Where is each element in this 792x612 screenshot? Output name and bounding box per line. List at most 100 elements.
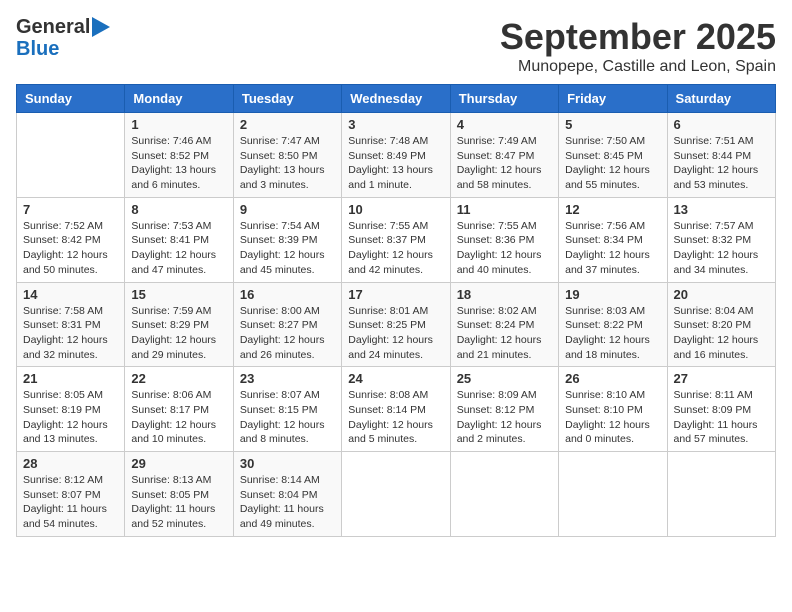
table-row: 23Sunrise: 8:07 AM Sunset: 8:15 PM Dayli…	[233, 367, 341, 452]
table-row: 5 Sunrise: 7:50 AM Sunset: 8:45 PM Daylig…	[559, 113, 667, 198]
day-info: Sunrise: 7:53 AM Sunset: 8:41 PM Dayligh…	[131, 219, 226, 278]
table-row: 13 Sunrise: 7:57 AM Sunset: 8:32 PM Dayli…	[667, 197, 775, 282]
day-info: Sunrise: 8:03 AM Sunset: 8:22 PM Dayligh…	[565, 304, 660, 363]
header-wednesday: Wednesday	[342, 85, 450, 113]
day-number: 30	[240, 456, 335, 471]
day-info: Sunrise: 7:54 AM Sunset: 8:39 PM Dayligh…	[240, 219, 335, 278]
day-number: 4	[457, 117, 552, 132]
table-row: 6 Sunrise: 7:51 AM Sunset: 8:44 PM Daylig…	[667, 113, 775, 198]
day-number: 25	[457, 371, 552, 386]
day-info: Sunrise: 7:52 AM Sunset: 8:42 PM Dayligh…	[23, 219, 118, 278]
table-row: 25 Sunrise: 8:09 AM Sunset: 8:12 PM Dayli…	[450, 367, 558, 452]
table-row: 14 Sunrise: 7:58 AM Sunset: 8:31 PM Dayli…	[17, 282, 125, 367]
day-info: Sunrise: 7:56 AM Sunset: 8:34 PM Dayligh…	[565, 219, 660, 278]
day-number: 7	[23, 202, 118, 217]
day-number: 14	[23, 287, 118, 302]
day-info: Sunrise: 8:02 AM Sunset: 8:24 PM Dayligh…	[457, 304, 552, 363]
day-number: 19	[565, 287, 660, 302]
day-info: Sunrise: 8:04 AM Sunset: 8:20 PM Dayligh…	[674, 304, 769, 363]
page-header: General Blue September 2025 Munopepe, Ca…	[16, 16, 776, 76]
table-row: 26 Sunrise: 8:10 AM Sunset: 8:10 PM Dayli…	[559, 367, 667, 452]
calendar-header-row: Sunday Monday Tuesday Wednesday Thursday…	[17, 85, 776, 113]
table-row: 20 Sunrise: 8:04 AM Sunset: 8:20 PM Dayli…	[667, 282, 775, 367]
day-number: 26	[565, 371, 660, 386]
table-row: 1 Sunrise: 7:46 AM Sunset: 8:52 PM Daylig…	[125, 113, 233, 198]
table-row: 27Sunrise: 8:11 AM Sunset: 8:09 PM Dayli…	[667, 367, 775, 452]
day-info: Sunrise: 8:14 AM Sunset: 8:04 PM Dayligh…	[240, 473, 335, 532]
day-info: Sunrise: 8:08 AM Sunset: 8:14 PM Dayligh…	[348, 388, 443, 447]
table-row: 16 Sunrise: 8:00 AM Sunset: 8:27 PM Dayli…	[233, 282, 341, 367]
calendar-week-2: 7 Sunrise: 7:52 AM Sunset: 8:42 PM Daylig…	[17, 197, 776, 282]
day-info: Sunrise: 7:58 AM Sunset: 8:31 PM Dayligh…	[23, 304, 118, 363]
header-sunday: Sunday	[17, 85, 125, 113]
table-row: 30 Sunrise: 8:14 AM Sunset: 8:04 PM Dayli…	[233, 452, 341, 537]
day-info: Sunrise: 7:51 AM Sunset: 8:44 PM Dayligh…	[674, 134, 769, 193]
day-info: Sunrise: 7:57 AM Sunset: 8:32 PM Dayligh…	[674, 219, 769, 278]
day-info: Sunrise: 7:50 AM Sunset: 8:45 PM Dayligh…	[565, 134, 660, 193]
day-number: 23	[240, 371, 335, 386]
day-info: Sunrise: 8:00 AM Sunset: 8:27 PM Dayligh…	[240, 304, 335, 363]
header-saturday: Saturday	[667, 85, 775, 113]
logo: General Blue	[16, 16, 110, 60]
day-info: Sunrise: 8:12 AM Sunset: 8:07 PM Dayligh…	[23, 473, 118, 532]
table-row	[559, 452, 667, 537]
table-row	[667, 452, 775, 537]
day-number: 16	[240, 287, 335, 302]
day-number: 21	[23, 371, 118, 386]
day-info: Sunrise: 7:46 AM Sunset: 8:52 PM Dayligh…	[131, 134, 226, 193]
table-row: 3 Sunrise: 7:48 AM Sunset: 8:49 PM Daylig…	[342, 113, 450, 198]
table-row: 10 Sunrise: 7:55 AM Sunset: 8:37 PM Dayli…	[342, 197, 450, 282]
table-row: 24 Sunrise: 8:08 AM Sunset: 8:14 PM Dayli…	[342, 367, 450, 452]
day-number: 12	[565, 202, 660, 217]
day-number: 10	[348, 202, 443, 217]
table-row: 2 Sunrise: 7:47 AM Sunset: 8:50 PM Daylig…	[233, 113, 341, 198]
day-number: 29	[131, 456, 226, 471]
calendar-title-section: September 2025 Munopepe, Castille and Le…	[500, 16, 776, 76]
table-row: 15 Sunrise: 7:59 AM Sunset: 8:29 PM Dayli…	[125, 282, 233, 367]
day-info: Sunrise: 7:47 AM Sunset: 8:50 PM Dayligh…	[240, 134, 335, 193]
calendar-week-1: 1 Sunrise: 7:46 AM Sunset: 8:52 PM Daylig…	[17, 113, 776, 198]
table-row	[17, 113, 125, 198]
day-number: 8	[131, 202, 226, 217]
header-monday: Monday	[125, 85, 233, 113]
day-info: Sunrise: 8:06 AM Sunset: 8:17 PM Dayligh…	[131, 388, 226, 447]
table-row: 29Sunrise: 8:13 AM Sunset: 8:05 PM Dayli…	[125, 452, 233, 537]
day-number: 27	[674, 371, 769, 386]
day-info: Sunrise: 7:59 AM Sunset: 8:29 PM Dayligh…	[131, 304, 226, 363]
day-number: 20	[674, 287, 769, 302]
day-number: 15	[131, 287, 226, 302]
day-number: 24	[348, 371, 443, 386]
table-row: 21Sunrise: 8:05 AM Sunset: 8:19 PM Dayli…	[17, 367, 125, 452]
day-number: 5	[565, 117, 660, 132]
day-info: Sunrise: 8:10 AM Sunset: 8:10 PM Dayligh…	[565, 388, 660, 447]
table-row: 22 Sunrise: 8:06 AM Sunset: 8:17 PM Dayli…	[125, 367, 233, 452]
header-thursday: Thursday	[450, 85, 558, 113]
calendar-week-3: 14 Sunrise: 7:58 AM Sunset: 8:31 PM Dayli…	[17, 282, 776, 367]
day-info: Sunrise: 8:09 AM Sunset: 8:12 PM Dayligh…	[457, 388, 552, 447]
calendar-week-4: 21Sunrise: 8:05 AM Sunset: 8:19 PM Dayli…	[17, 367, 776, 452]
table-row: 18 Sunrise: 8:02 AM Sunset: 8:24 PM Dayli…	[450, 282, 558, 367]
day-number: 1	[131, 117, 226, 132]
table-row: 4Sunrise: 7:49 AM Sunset: 8:47 PM Daylig…	[450, 113, 558, 198]
header-tuesday: Tuesday	[233, 85, 341, 113]
day-number: 6	[674, 117, 769, 132]
table-row: 8 Sunrise: 7:53 AM Sunset: 8:41 PM Daylig…	[125, 197, 233, 282]
table-row: 17Sunrise: 8:01 AM Sunset: 8:25 PM Dayli…	[342, 282, 450, 367]
table-row: 12 Sunrise: 7:56 AM Sunset: 8:34 PM Dayli…	[559, 197, 667, 282]
day-info: Sunrise: 7:55 AM Sunset: 8:37 PM Dayligh…	[348, 219, 443, 278]
table-row: 9 Sunrise: 7:54 AM Sunset: 8:39 PM Daylig…	[233, 197, 341, 282]
day-info: Sunrise: 7:48 AM Sunset: 8:49 PM Dayligh…	[348, 134, 443, 193]
day-number: 22	[131, 371, 226, 386]
logo-general-text: General	[16, 16, 90, 38]
logo-blue-text: Blue	[16, 38, 110, 60]
day-number: 18	[457, 287, 552, 302]
logo-arrow-icon	[92, 17, 110, 37]
table-row: 7 Sunrise: 7:52 AM Sunset: 8:42 PM Daylig…	[17, 197, 125, 282]
table-row	[450, 452, 558, 537]
day-number: 2	[240, 117, 335, 132]
day-number: 3	[348, 117, 443, 132]
day-number: 13	[674, 202, 769, 217]
calendar-table: Sunday Monday Tuesday Wednesday Thursday…	[16, 84, 776, 537]
calendar-subtitle: Munopepe, Castille and Leon, Spain	[500, 58, 776, 76]
day-number: 9	[240, 202, 335, 217]
